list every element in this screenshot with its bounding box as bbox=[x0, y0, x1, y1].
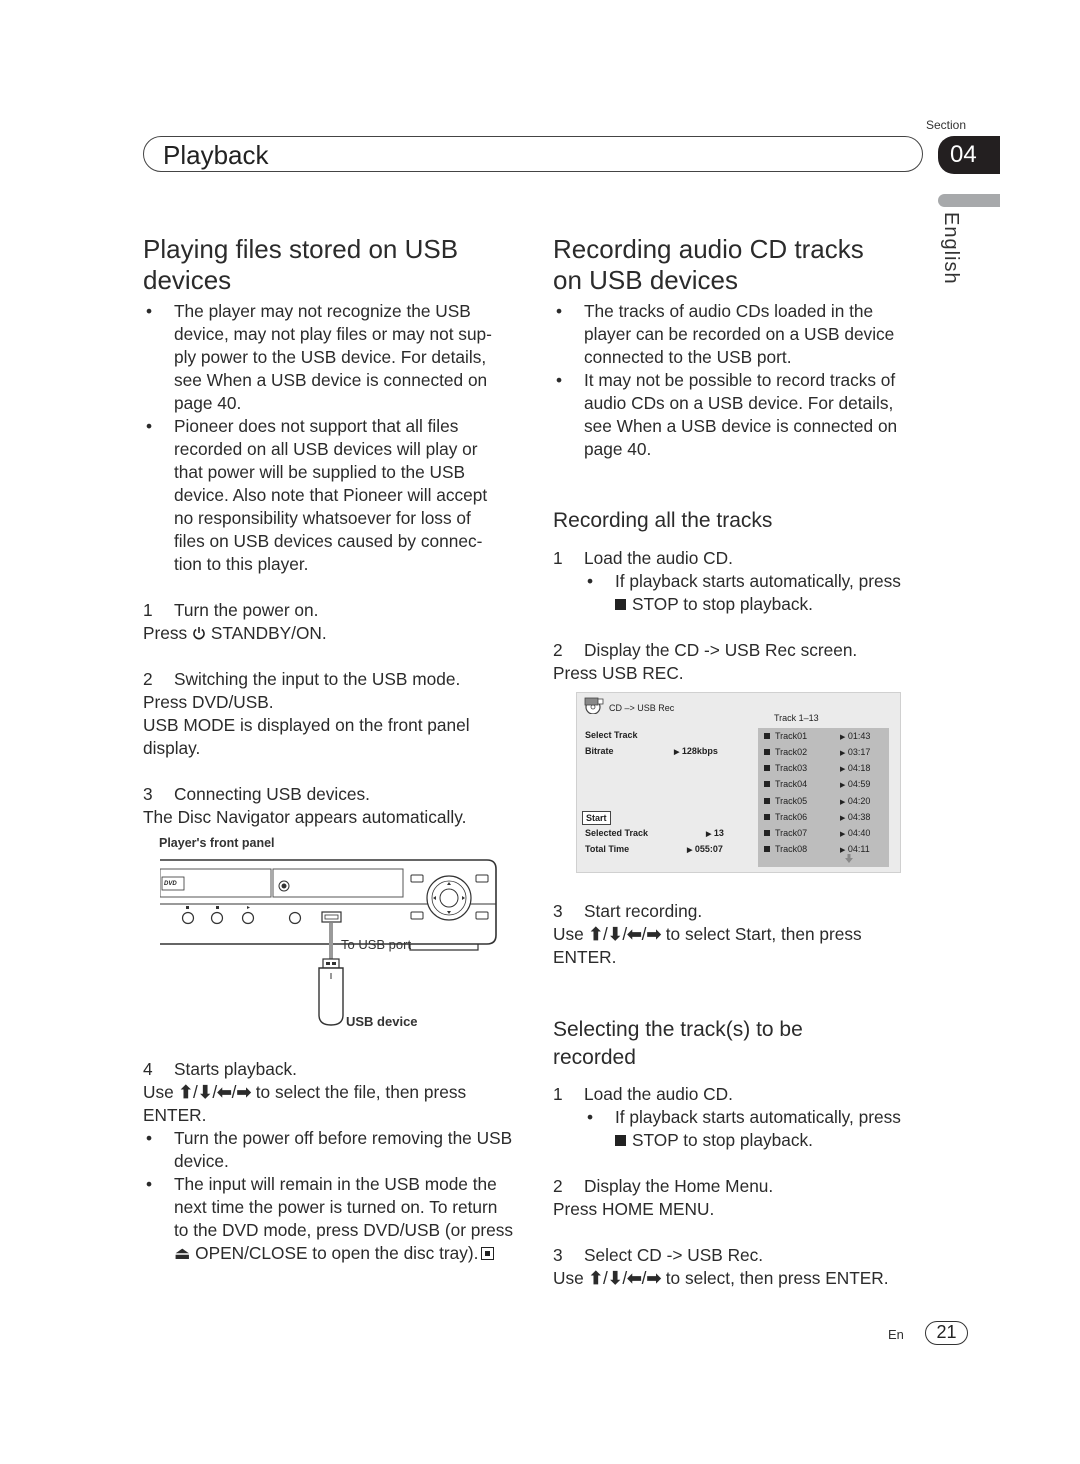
checkbox-icon bbox=[764, 733, 770, 739]
usb-connector bbox=[322, 958, 340, 969]
bullet-item: Turn the power off before removing the U… bbox=[143, 1127, 533, 1173]
end-of-section-icon bbox=[481, 1247, 495, 1260]
page-title: Playback bbox=[163, 140, 269, 170]
enter-button bbox=[439, 888, 459, 908]
footer-language: En bbox=[888, 1327, 904, 1342]
subheading-selecting-tracks: Selecting the track(s) to be recorded bbox=[553, 1018, 803, 1069]
track-row[interactable]: Track03 ▶ 04:18 bbox=[764, 763, 889, 773]
dvd-logo-text: DVD bbox=[164, 881, 177, 887]
subheading-recording-all: Recording all the tracks bbox=[553, 509, 773, 532]
track-row[interactable]: Track07 ▶ 04:40 bbox=[764, 828, 889, 838]
bullet-item: The player may not recognize the USB dev… bbox=[143, 300, 533, 415]
bullet-item: If playback starts automatically, press … bbox=[584, 570, 943, 616]
bitrate-value[interactable]: ▶ 128kbps bbox=[674, 746, 718, 756]
dvd-usb-button bbox=[288, 911, 302, 925]
cd-usb-icon bbox=[584, 697, 604, 714]
right-sub1-step-2: 2 Display the CD -> USB Rec screen. Press… bbox=[553, 640, 858, 683]
pause-button bbox=[181, 911, 195, 925]
bullet-item: It may not be possible to record tracks … bbox=[553, 369, 943, 461]
return-button bbox=[475, 911, 489, 920]
left-notes: Turn the power off before removing the U… bbox=[143, 1127, 533, 1265]
track-list: Track01 ▶ 01:43 Track02 ▶ 03:17 Track03 ▶ 0… bbox=[758, 728, 889, 867]
stop-icon bbox=[615, 599, 626, 610]
checkbox-icon bbox=[764, 749, 770, 755]
selected-track-label: Selected Track bbox=[585, 828, 649, 838]
stop-button bbox=[210, 911, 224, 925]
checkbox-icon bbox=[764, 765, 770, 771]
checkbox-icon bbox=[764, 846, 770, 852]
left-step-1: 1 Turn the power on. Press STANDBY/ON. bbox=[143, 600, 327, 643]
start-button[interactable]: Start bbox=[582, 811, 611, 825]
bullet-item: Pioneer does not support that all files … bbox=[143, 415, 533, 576]
down-arrow-icon: ⬇ bbox=[607, 1268, 623, 1288]
checkbox-icon bbox=[764, 814, 770, 820]
track-row[interactable]: Track01 ▶ 01:43 bbox=[764, 731, 889, 741]
power-icon bbox=[193, 627, 205, 640]
total-time-label: Total Time bbox=[585, 844, 630, 854]
bitrate-label: Bitrate bbox=[585, 746, 614, 756]
left-step-2: 2 Switching the input to the USB mode. Pr… bbox=[143, 669, 470, 758]
track-row[interactable]: Track02 ▶ 03:17 bbox=[764, 747, 889, 757]
up-arrow-icon: ⬆ bbox=[588, 1268, 604, 1288]
heading-line: on USB devices bbox=[553, 265, 738, 295]
play-button bbox=[241, 911, 255, 925]
disc-tray bbox=[272, 868, 404, 898]
left-arrow-icon: ⬅ bbox=[627, 1268, 642, 1288]
heading-line: Playing files stored on USB bbox=[143, 234, 459, 264]
select-track-label[interactable]: Select Track bbox=[585, 730, 638, 740]
figure-caption: Player's front panel bbox=[159, 836, 275, 850]
right-arrow-icon: ➡ bbox=[646, 1268, 661, 1288]
left-step-4: 4 Starts playback. Use ⬆/⬇/⬅/➡ to select … bbox=[143, 1059, 467, 1125]
left-step-3: 3 Connecting USB devices. The Disc Naviga… bbox=[143, 784, 467, 827]
checkbox-icon bbox=[764, 781, 770, 787]
down-arrow-icon: ⬇ bbox=[607, 924, 623, 944]
right-sub2-step-1: 1Load the audio CD. If playback starts a… bbox=[553, 1083, 943, 1152]
total-time-value: ▶ 055:07 bbox=[687, 844, 723, 854]
track-row[interactable]: Track04 ▶ 04:59 bbox=[764, 779, 889, 789]
checkbox-icon bbox=[764, 798, 770, 804]
section-label: Section bbox=[926, 118, 967, 132]
track-range-label: Track 1–13 bbox=[774, 713, 819, 723]
heading-line: devices bbox=[143, 265, 232, 295]
right-sub1-step-3: 3 Start recording. Use ⬆/⬇/⬅/➡ to select … bbox=[553, 901, 862, 967]
right-intro-bullets: The tracks of audio CDs loaded in the pl… bbox=[553, 300, 943, 461]
usb-device-label: USB device bbox=[346, 1014, 418, 1029]
right-heading: Recording audio CD tracks on USB devices bbox=[553, 234, 864, 296]
home-menu-button bbox=[410, 911, 424, 920]
selected-track-value: ▶ 13 bbox=[706, 828, 724, 838]
bullet-item: The input will remain in the USB mode th… bbox=[143, 1173, 533, 1265]
language-label: English bbox=[940, 212, 962, 285]
stop-icon bbox=[615, 1135, 626, 1146]
track-row[interactable]: Track08 ▶ 04:11 bbox=[764, 844, 889, 854]
track-row[interactable]: Track05 ▶ 04:20 bbox=[764, 796, 889, 806]
cd-usb-rec-screen: CD –> USB Rec Track 1–13 Select Track Bi… bbox=[576, 692, 901, 873]
left-arrow-icon: ⬅ bbox=[627, 924, 642, 944]
usb-cable bbox=[329, 923, 333, 959]
front-panel-illustration: DVD bbox=[160, 859, 497, 1026]
right-sub2-step-3: 3 Select CD -> USB Rec. Use ⬆/⬇/⬅/➡ to se… bbox=[553, 1245, 889, 1288]
bullet-item: If playback starts automatically, press … bbox=[584, 1106, 943, 1152]
heading-line: Recording audio CD tracks bbox=[553, 234, 864, 264]
menu-button bbox=[475, 874, 489, 883]
left-intro-bullets: The player may not recognize the USB dev… bbox=[143, 300, 533, 576]
left-arrow-icon: ⬅ bbox=[217, 1082, 232, 1102]
up-arrow-icon: ⬆ bbox=[588, 924, 604, 944]
usb-port-label: To USB port bbox=[341, 937, 412, 952]
bullet-item: The tracks of audio CDs loaded in the pl… bbox=[553, 300, 943, 369]
checkbox-icon bbox=[764, 830, 770, 836]
right-arrow-icon: ➡ bbox=[646, 924, 661, 944]
top-menu-button bbox=[410, 874, 424, 883]
right-arrow-icon: ➡ bbox=[236, 1082, 251, 1102]
screen-title: CD –> USB Rec bbox=[609, 703, 675, 713]
track-row[interactable]: Track06 ▶ 04:38 bbox=[764, 812, 889, 822]
up-arrow-icon: ⬆ bbox=[178, 1082, 194, 1102]
page-number: 21 bbox=[925, 1321, 968, 1345]
down-arrow-icon: ⬇ bbox=[197, 1082, 213, 1102]
left-heading: Playing files stored on USB devices bbox=[143, 234, 458, 296]
language-tab-bar bbox=[938, 194, 1000, 207]
right-sub1-step-1: 1Load the audio CD. If playback starts a… bbox=[553, 547, 943, 616]
scroll-down-arrow-icon[interactable] bbox=[845, 854, 853, 863]
right-sub2-step-2: 2 Display the Home Menu. Press HOME MENU. bbox=[553, 1176, 774, 1219]
section-number-badge: 04 bbox=[938, 136, 1000, 174]
